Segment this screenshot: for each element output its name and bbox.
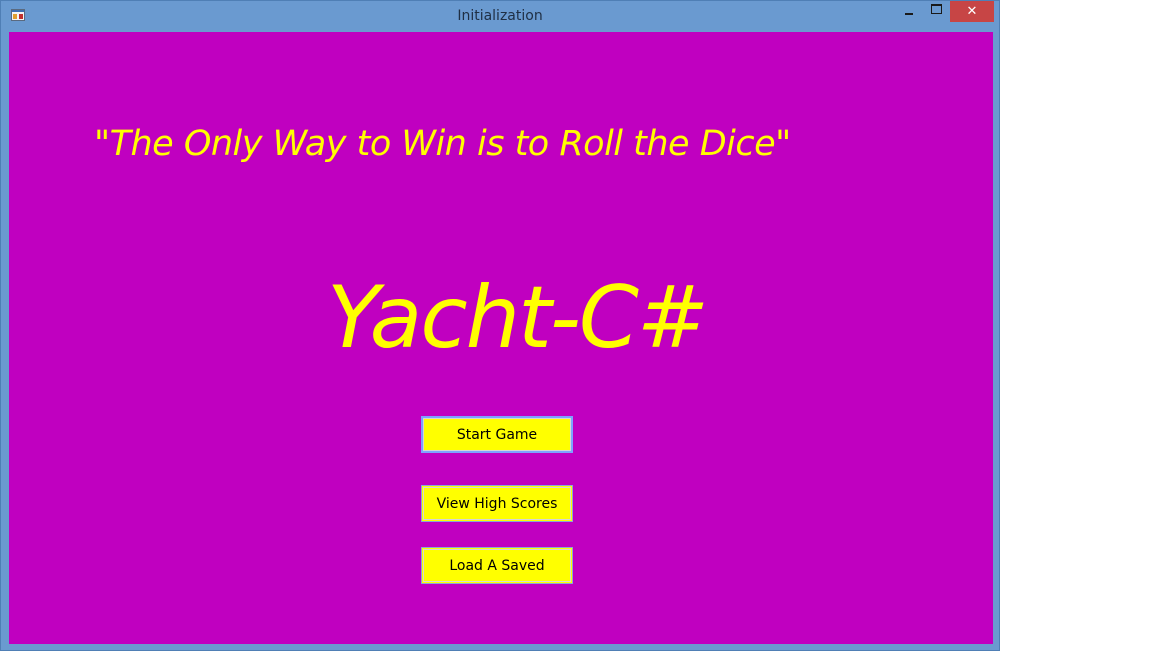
start-game-button[interactable]: Start Game [421, 416, 573, 453]
tagline: "The Only Way to Win is to Roll the Dice… [94, 124, 791, 164]
form-client-area: "The Only Way to Win is to Roll the Dice… [9, 32, 993, 644]
game-title: Yacht-C# [327, 268, 709, 368]
minimize-button[interactable] [896, 1, 922, 22]
maximize-icon [930, 3, 942, 14]
view-high-scores-button[interactable]: View High Scores [421, 485, 573, 522]
close-icon: ✕ [966, 4, 978, 19]
maximize-button[interactable] [923, 1, 949, 22]
close-button[interactable]: ✕ [950, 1, 994, 22]
window-title: Initialization [457, 8, 543, 24]
minimize-icon [905, 12, 913, 15]
load-saved-button[interactable]: Load A Saved [421, 547, 573, 584]
app-window: Initialization ✕ "The Only Way to Win is… [0, 0, 1000, 651]
title-bar[interactable]: Initialization ✕ [1, 1, 999, 31]
